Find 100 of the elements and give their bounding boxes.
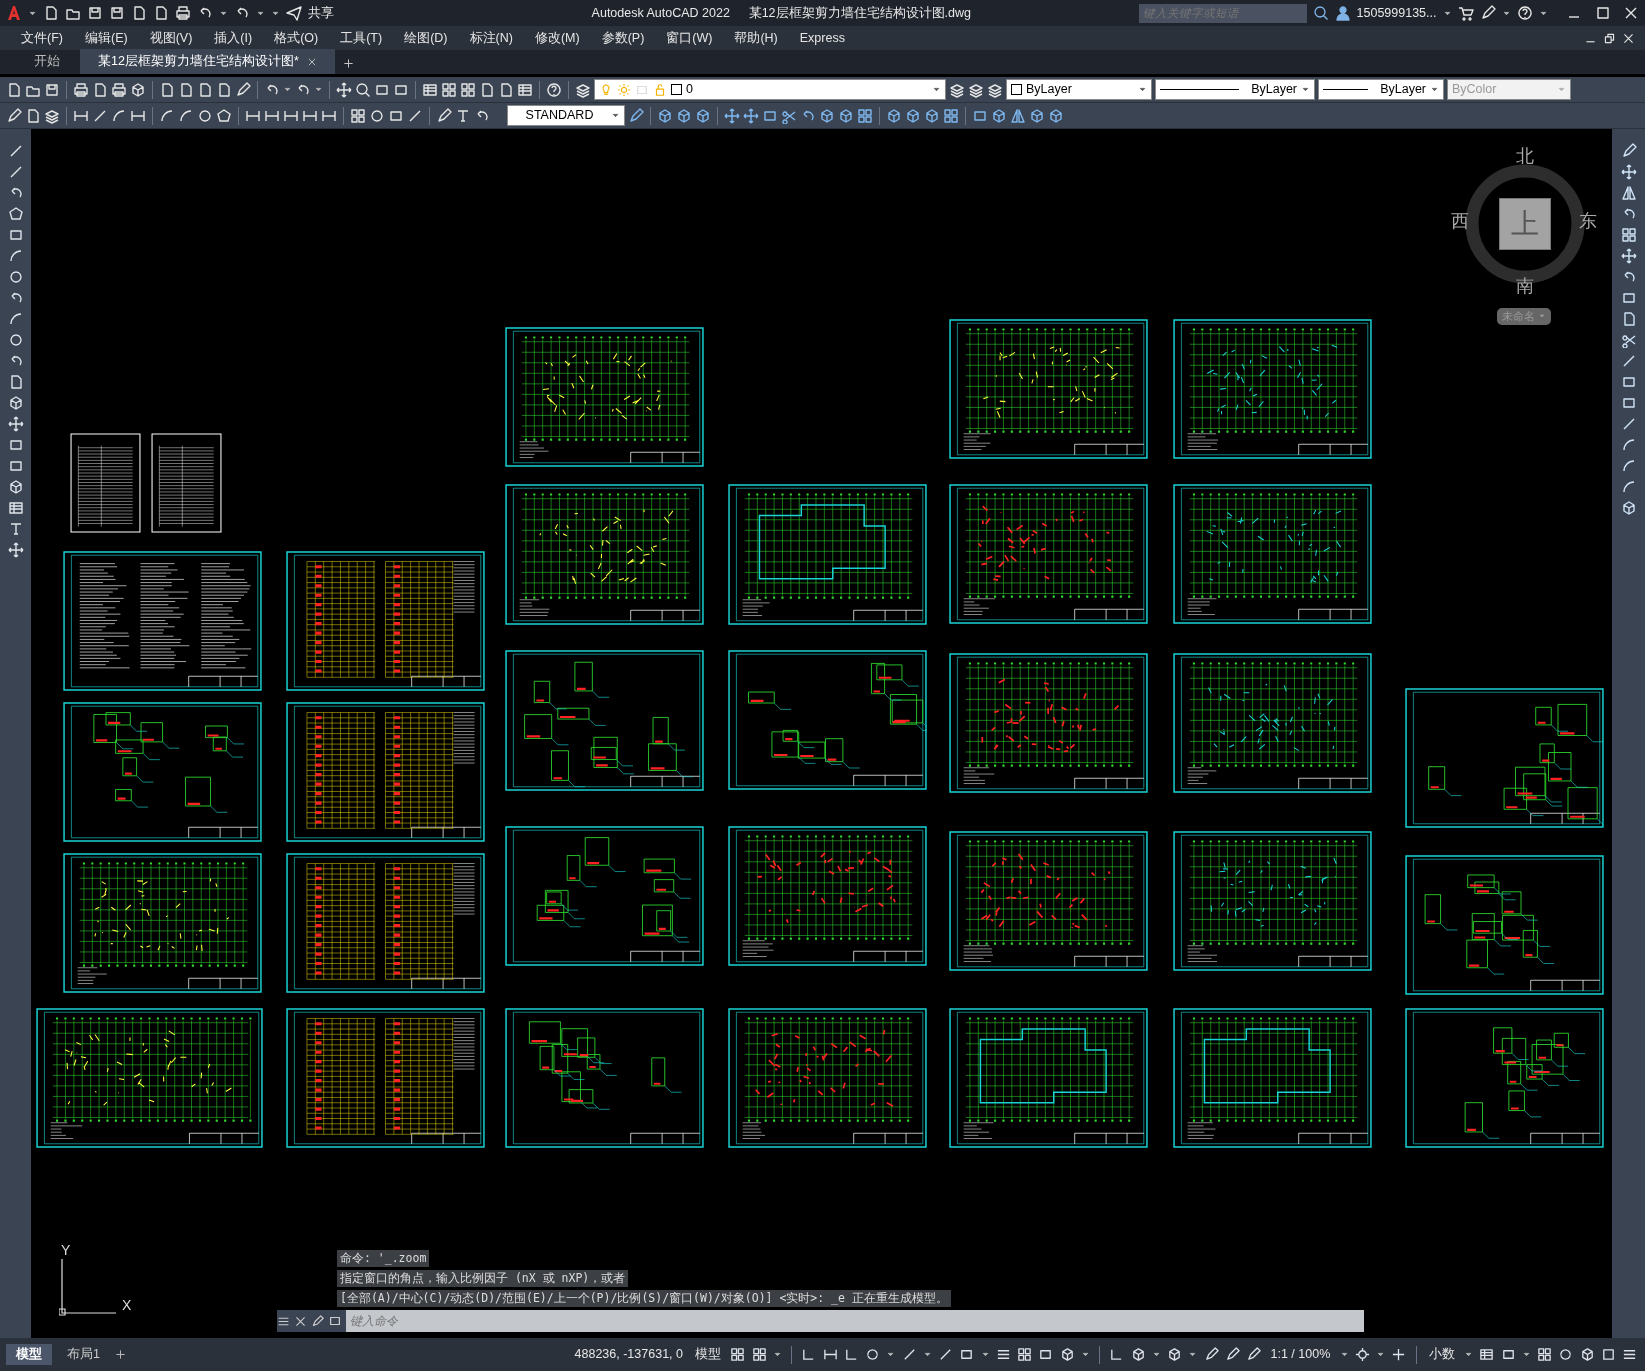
menu-item[interactable]: 帮助(H)	[723, 28, 789, 48]
caret-icon[interactable]	[980, 1350, 990, 1359]
layout-tab[interactable]: 模型	[6, 1344, 52, 1365]
help-icon[interactable]	[1516, 5, 1533, 21]
menu-item[interactable]: 绘图(D)	[393, 28, 459, 48]
table-icon[interactable]	[1479, 1347, 1495, 1362]
rectangle-icon[interactable]	[1620, 374, 1637, 390]
user-name[interactable]: 1505999135...	[1356, 3, 1437, 23]
printer-icon[interactable]	[73, 81, 89, 98]
arc-icon[interactable]	[159, 107, 175, 124]
compass-label[interactable]: 南	[1516, 277, 1534, 295]
stack-icon[interactable]	[968, 81, 984, 98]
rectangle-icon[interactable]	[7, 227, 24, 243]
menu-icon[interactable]	[996, 1347, 1011, 1362]
grid-icon[interactable]	[857, 107, 873, 124]
text-cursor-icon[interactable]	[455, 107, 471, 124]
close-icon[interactable]	[294, 1314, 307, 1328]
document-icon[interactable]	[92, 81, 108, 98]
document-icon[interactable]	[159, 81, 175, 98]
table-icon[interactable]	[7, 500, 24, 516]
cube-icon[interactable]	[991, 107, 1007, 124]
cube-icon[interactable]	[1130, 1347, 1146, 1362]
menu-icon[interactable]	[1622, 1347, 1637, 1362]
polygon-icon[interactable]	[7, 206, 24, 222]
search-icon[interactable]	[1312, 5, 1329, 21]
document-icon[interactable]	[479, 81, 495, 98]
command-input[interactable]: 键入命令	[346, 1310, 1364, 1332]
maximize-icon[interactable]	[1594, 5, 1611, 21]
triangles-icon[interactable]	[1010, 107, 1026, 124]
layer-dropdown[interactable]: 0	[594, 79, 946, 100]
units-button[interactable]: 小数	[1425, 1345, 1458, 1364]
compass-label[interactable]: 西	[1451, 212, 1469, 230]
document-icon[interactable]	[43, 5, 59, 21]
arc-icon[interactable]	[178, 107, 194, 124]
plus-icon[interactable]	[342, 58, 354, 69]
menu-item[interactable]: 修改(M)	[523, 28, 591, 48]
table-icon[interactable]	[517, 81, 533, 98]
pencil-icon[interactable]	[1203, 1347, 1219, 1362]
paper-plane-icon[interactable]	[286, 5, 302, 21]
arc-icon[interactable]	[7, 311, 24, 327]
compass-label[interactable]: 北	[1516, 147, 1534, 165]
menu-item[interactable]: 文件(F)	[10, 28, 74, 48]
rectangle-icon[interactable]	[959, 1347, 975, 1362]
pencil-icon[interactable]	[1246, 1347, 1262, 1362]
caret-icon[interactable]	[1081, 1350, 1090, 1359]
cube-icon[interactable]	[1620, 500, 1637, 516]
dimension-icon[interactable]	[822, 1347, 838, 1362]
plus-icon[interactable]	[114, 1349, 126, 1360]
pencil-icon[interactable]	[1225, 1347, 1240, 1362]
arc-icon[interactable]	[1620, 437, 1637, 453]
caret-icon[interactable]	[1152, 1350, 1161, 1359]
property-dropdown[interactable]: ByLayer	[1155, 79, 1315, 100]
menu-item[interactable]: 工具(T)	[329, 28, 394, 48]
caret-icon[interactable]	[1339, 1350, 1349, 1359]
menu-item[interactable]: 窗口(W)	[655, 28, 724, 48]
cube-icon[interactable]	[838, 107, 854, 124]
arc-icon[interactable]	[1620, 458, 1637, 474]
cube-icon[interactable]	[676, 107, 692, 124]
cube-icon[interactable]	[924, 107, 940, 124]
arc-icon[interactable]	[7, 248, 24, 264]
property-dropdown[interactable]: ByLayer	[1318, 79, 1444, 100]
user-icon[interactable]	[1334, 5, 1351, 21]
grid-icon[interactable]	[943, 107, 959, 124]
cube-icon[interactable]	[1579, 1347, 1595, 1362]
pencil-icon[interactable]	[6, 107, 22, 124]
annotation-scale-button[interactable]: 1:1 / 100%	[1267, 1345, 1334, 1364]
caret-icon[interactable]	[923, 1350, 932, 1359]
share-button[interactable]: 共享	[308, 3, 334, 23]
document-icon[interactable]	[216, 81, 232, 98]
menu-item[interactable]: 插入(I)	[203, 28, 264, 48]
stack-icon[interactable]	[575, 81, 591, 98]
stack-icon[interactable]	[987, 81, 1003, 98]
model-space-button[interactable]: 模型	[692, 1345, 725, 1364]
stack-icon[interactable]	[44, 107, 60, 124]
arc-icon[interactable]	[1620, 479, 1637, 495]
file-tab[interactable]: 开始	[16, 49, 78, 74]
cube-icon[interactable]	[130, 81, 146, 98]
stack-icon[interactable]	[949, 81, 965, 98]
cube-icon[interactable]	[657, 107, 673, 124]
rectangle-icon[interactable]	[1620, 290, 1637, 306]
caret-icon[interactable]	[1521, 1350, 1531, 1359]
caret-icon[interactable]	[1188, 1350, 1198, 1359]
document-icon[interactable]	[178, 81, 194, 98]
menu-item[interactable]: 参数(P)	[590, 28, 656, 48]
cube-icon[interactable]	[1167, 1347, 1183, 1362]
caret-icon[interactable]	[1376, 1350, 1385, 1359]
cube-icon[interactable]	[1048, 107, 1064, 124]
menu-item[interactable]: 格式(O)	[263, 28, 330, 48]
rectangle-icon[interactable]	[1038, 1347, 1054, 1362]
cube-icon[interactable]	[695, 107, 711, 124]
document-icon[interactable]	[25, 107, 41, 124]
cube-icon[interactable]	[905, 107, 921, 124]
help-icon[interactable]	[546, 81, 562, 98]
grid-icon[interactable]	[1017, 1347, 1033, 1362]
printer-icon[interactable]	[175, 5, 191, 21]
plus-icon[interactable]	[1391, 1347, 1407, 1362]
restore-icon[interactable]	[1602, 31, 1616, 45]
menu-item[interactable]: Express	[788, 28, 856, 48]
pencil-icon[interactable]	[436, 107, 452, 124]
compass-label[interactable]: 东	[1579, 212, 1597, 230]
